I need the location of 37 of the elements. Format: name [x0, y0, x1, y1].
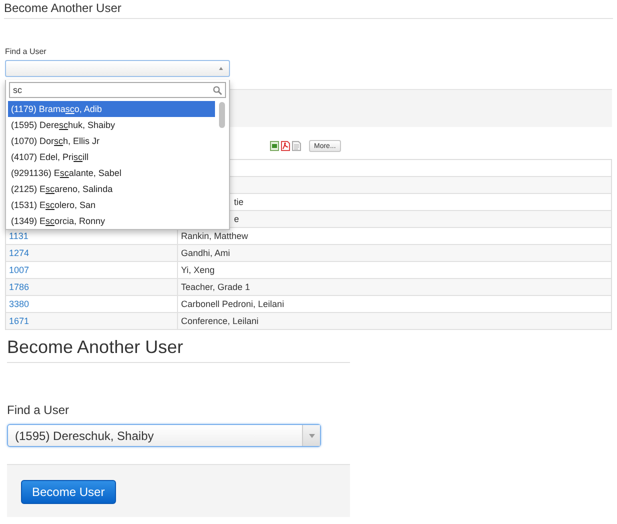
spreadsheet-icon[interactable] — [270, 141, 279, 151]
caret-icon — [308, 434, 314, 438]
page-title: Become Another User — [3, 0, 122, 15]
user-name: Teacher, Grade 1 — [181, 282, 250, 292]
user-id-link[interactable]: 1007 — [9, 265, 30, 275]
user-name: Conference, Leilani — [181, 316, 259, 326]
dropdown-option[interactable]: (1531) Escolero, San — [8, 197, 215, 213]
user-id-link[interactable]: 3380 — [9, 299, 30, 309]
dropdown-option[interactable]: (1070) Dorsch, Ellis Jr — [8, 133, 215, 149]
become-user-button[interactable]: Become User — [21, 480, 116, 504]
dropdown-option[interactable]: (4107) Edel, Priscill — [8, 149, 215, 165]
pdf-icon[interactable] — [281, 141, 290, 151]
user-select[interactable] — [5, 60, 230, 77]
search-field[interactable]: sc — [9, 82, 226, 98]
user-id-link[interactable]: 1786 — [9, 282, 30, 292]
caret-icon — [219, 67, 223, 70]
dropdown-option[interactable]: (9291136) Escalante, Sabel — [8, 165, 215, 181]
field-label: Find a User — [7, 403, 70, 417]
user-name: e — [234, 214, 240, 224]
user-id-link[interactable]: 1671 — [9, 316, 30, 326]
user-name: tie — [234, 197, 244, 207]
user-name: Gandhi, Ami — [181, 248, 230, 258]
dropdown-option[interactable]: (2125) Escareno, Salinda — [8, 181, 215, 197]
search-icon[interactable] — [213, 86, 222, 94]
user-id-link[interactable]: 1274 — [9, 248, 30, 258]
user-name: Yi, Xeng — [181, 265, 215, 275]
user-name: Rankin, Matthew — [181, 231, 248, 241]
scrollbar-thumb[interactable] — [219, 102, 225, 128]
dropdown-option[interactable]: (1595) Dereschuk, Shaiby — [8, 117, 215, 133]
dropdown-option[interactable]: (1349) Escorcia, Ronny — [8, 213, 215, 229]
dropdown-option[interactable]: (1179) Bramasco, Adib — [8, 101, 215, 117]
user-name: Carbonell Pedroni, Leilani — [181, 299, 284, 309]
user-select[interactable]: (1595) Dereschuk, Shaiby — [7, 424, 321, 447]
document-icon[interactable] — [292, 141, 301, 151]
user-id-link[interactable]: 1131 — [9, 231, 28, 241]
field-label: Find a User — [5, 47, 46, 57]
page-title: Become Another User — [6, 336, 184, 358]
